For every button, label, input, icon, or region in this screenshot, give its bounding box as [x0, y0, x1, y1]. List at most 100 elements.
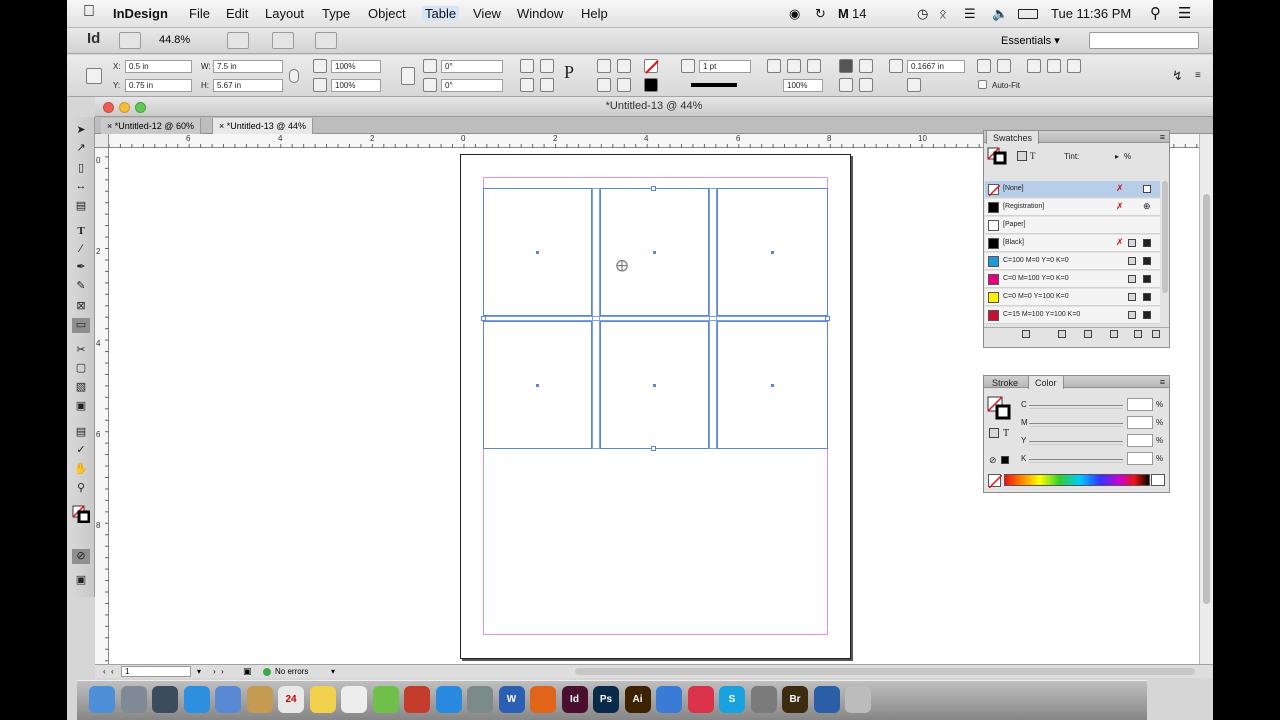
gap-tool-icon[interactable]: ↔: [72, 179, 90, 194]
menu-view[interactable]: View: [473, 6, 501, 21]
select-container-icon[interactable]: [597, 59, 611, 73]
scrollbar-thumb[interactable]: [1203, 194, 1210, 604]
show-color-swatches-icon[interactable]: [1058, 330, 1066, 338]
page-tool-icon[interactable]: ▯: [72, 161, 90, 176]
selection-tool-icon[interactable]: ➤: [72, 123, 90, 138]
chrome-dock-icon[interactable]: [656, 686, 682, 713]
reference-point-icon[interactable]: [86, 68, 102, 84]
indesign-dock-icon[interactable]: Id: [561, 686, 588, 713]
rotate-ccw-icon[interactable]: [540, 59, 554, 73]
content-collector-icon[interactable]: ▤: [72, 199, 90, 214]
path-type-icon[interactable]: P: [564, 62, 574, 83]
menu-layout[interactable]: Layout: [265, 6, 304, 21]
notes-dock-icon[interactable]: [309, 686, 336, 713]
resize-handle-right[interactable]: [825, 316, 830, 321]
swatch-row-black[interactable]: [Black] ✗: [985, 235, 1160, 252]
tab-untitled-13[interactable]: × *Untitled-13 @ 44%: [212, 118, 313, 134]
next-page-icon[interactable]: ›: [213, 667, 216, 676]
fit-content-proportionally-icon[interactable]: [1047, 59, 1061, 73]
none-color-icon[interactable]: [988, 474, 1002, 488]
text-format-label[interactable]: T: [1003, 428, 1009, 439]
workspace-switcher[interactable]: Essentials ▾: [1001, 34, 1060, 47]
preview-dock-icon[interactable]: [467, 686, 493, 713]
direct-selection-tool-icon[interactable]: ↗: [72, 141, 90, 156]
finder-dock-icon[interactable]: [89, 686, 115, 713]
record-icon[interactable]: ◉: [789, 6, 800, 22]
swatch-row-paper[interactable]: [Paper]: [985, 217, 1160, 234]
app-store-dock-icon[interactable]: [435, 686, 462, 713]
rotate-cw-icon[interactable]: [520, 59, 534, 73]
gradient-feather-tool-icon[interactable]: ▣: [72, 399, 90, 414]
rectangle-tool-icon[interactable]: ▭: [72, 318, 90, 333]
apply-none-icon[interactable]: ⊘: [989, 455, 997, 466]
menu-window[interactable]: Window: [517, 6, 563, 21]
reminders-dock-icon[interactable]: [341, 686, 367, 713]
black-value-field[interactable]: [1127, 452, 1153, 465]
align-left-icon[interactable]: [839, 78, 853, 92]
vertical-ruler[interactable]: 0 2 4 6 8: [95, 134, 109, 664]
preflight-status[interactable]: No errors: [275, 667, 308, 676]
fit-content-frame-icon[interactable]: [977, 59, 991, 73]
system-preferences-dock-icon[interactable]: [750, 686, 777, 713]
tint-stepper-icon[interactable]: ▸: [1115, 152, 1119, 161]
rotate-field[interactable]: 0°: [441, 60, 503, 73]
swatch-row-none[interactable]: [None] ✗: [985, 181, 1160, 198]
corner-shape-icon[interactable]: [889, 59, 903, 73]
document-page[interactable]: ⨁: [460, 154, 851, 659]
black-swatch-icon[interactable]: [1001, 456, 1009, 464]
stroke-weight-field[interactable]: 1 pt: [699, 60, 751, 73]
pen-tool-icon[interactable]: ✒: [72, 260, 90, 275]
fill-swatch-icon[interactable]: [644, 59, 659, 74]
y-field[interactable]: 0.75 in: [125, 79, 192, 92]
yellow-slider[interactable]: [1029, 441, 1123, 445]
bridge-dock-icon[interactable]: Br: [782, 686, 808, 713]
notification-center-icon[interactable]: ☰: [1178, 4, 1191, 22]
screen-mode-icon[interactable]: ▣: [72, 573, 90, 588]
free-transform-tool-icon[interactable]: ▢: [72, 361, 90, 376]
trash-dock-icon[interactable]: [845, 686, 871, 713]
view-options-button[interactable]: [227, 32, 249, 49]
photo-booth-dock-icon[interactable]: [404, 686, 430, 713]
drop-shadow-icon[interactable]: [767, 59, 781, 73]
constrain-proportions-icon[interactable]: [289, 69, 299, 83]
rectangle-frame-tool-icon[interactable]: ⊠: [72, 299, 90, 314]
corner-options-icon[interactable]: [907, 78, 921, 92]
panel-menu-icon[interactable]: ≡: [1160, 377, 1165, 387]
menu-help[interactable]: Help: [581, 6, 608, 21]
fx-icon[interactable]: [807, 59, 821, 73]
show-all-swatches-icon[interactable]: [1022, 330, 1030, 338]
white-color-chip[interactable]: [1151, 474, 1165, 486]
quick-apply-icon[interactable]: ↯: [1172, 68, 1183, 84]
new-swatch-icon[interactable]: [1134, 330, 1142, 338]
bridge-button[interactable]: [119, 32, 141, 49]
shear-field[interactable]: 0°: [441, 79, 503, 92]
bluetooth-icon[interactable]: ᛟ: [939, 6, 947, 21]
w-field[interactable]: 7.5 in: [213, 60, 283, 73]
calendar-dock-icon[interactable]: 24: [278, 686, 304, 713]
close-tab-icon[interactable]: ×: [107, 121, 112, 131]
black-slider[interactable]: [1029, 459, 1123, 463]
cyan-slider[interactable]: [1029, 405, 1123, 409]
effects-icon[interactable]: [787, 59, 801, 73]
line-tool-icon[interactable]: ∕: [72, 242, 90, 257]
horizontal-scrollbar[interactable]: [575, 668, 1195, 675]
text-format-icon[interactable]: T: [1030, 151, 1036, 161]
skype-dock-icon[interactable]: S: [719, 686, 745, 713]
gradient-swatch-tool-icon[interactable]: ▧: [72, 380, 90, 395]
last-page-icon[interactable]: ›: [221, 667, 224, 676]
zoom-tool-icon[interactable]: ⚲: [72, 481, 90, 496]
scissors-tool-icon[interactable]: ✂: [72, 343, 90, 358]
resize-handle-left[interactable]: [481, 316, 486, 321]
itunes-dock-icon[interactable]: [687, 686, 714, 713]
panel-menu-icon[interactable]: ≡: [1195, 70, 1201, 81]
magenta-slider[interactable]: [1029, 423, 1123, 427]
screen-mode-button[interactable]: [272, 32, 294, 49]
flip-horizontal-icon[interactable]: [520, 78, 534, 92]
tab-swatches[interactable]: Swatches: [986, 131, 1040, 144]
spotlight-icon[interactable]: ⚲: [1150, 4, 1161, 22]
tab-color[interactable]: Color: [1028, 376, 1064, 389]
container-format-icon[interactable]: [1017, 151, 1027, 161]
scale-x-field[interactable]: 100%: [331, 60, 381, 73]
ruler-origin[interactable]: [95, 134, 109, 148]
vertical-scrollbar[interactable]: [1199, 134, 1213, 664]
